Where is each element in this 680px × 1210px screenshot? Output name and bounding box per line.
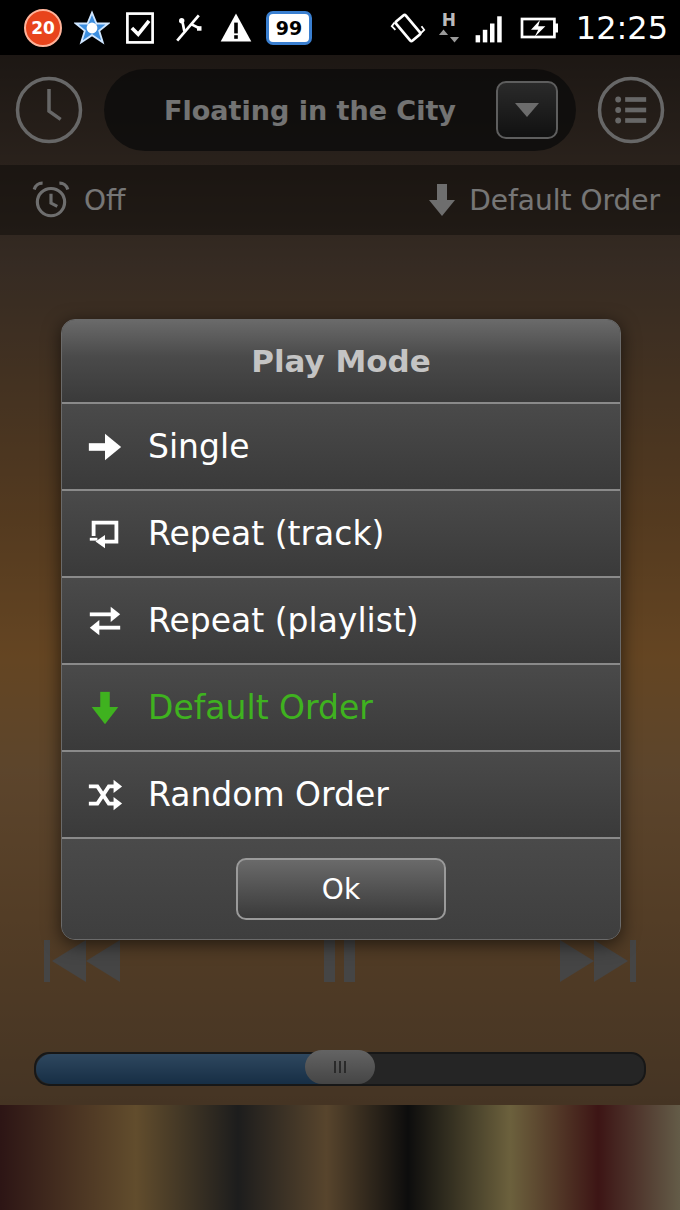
option-label: Repeat (playlist) (148, 601, 419, 640)
repeat-track-icon (86, 515, 124, 553)
message-badge: 99 (266, 11, 312, 45)
shuffle-icon (86, 776, 124, 814)
play-mode-option[interactable]: Default Order (62, 665, 620, 752)
option-label: Random Order (148, 775, 389, 814)
play-mode-option[interactable]: Single (62, 404, 620, 491)
notification-count: 20 (24, 9, 62, 47)
task-check-icon (122, 10, 158, 46)
dialog-title: Play Mode (62, 320, 620, 404)
battery-charging-icon (520, 10, 560, 46)
dialog-footer: Ok (62, 839, 620, 939)
vibrate-icon (390, 10, 426, 46)
ok-button[interactable]: Ok (236, 858, 446, 920)
play-mode-dialog: Play Mode Single Repeat (track) Repeat (… (61, 319, 621, 940)
status-bar: 20 99 H 12:25 (0, 0, 680, 55)
warning-icon (218, 10, 254, 46)
data-arrows-icon (438, 29, 460, 43)
repeat-playlist-icon (86, 602, 124, 640)
play-mode-option[interactable]: Random Order (62, 752, 620, 839)
signal-icon (472, 10, 508, 46)
option-label: Default Order (148, 688, 373, 727)
star-icon (74, 10, 110, 46)
play-mode-option[interactable]: Repeat (track) (62, 491, 620, 578)
option-label: Single (148, 427, 249, 466)
network-indicator: H (438, 12, 460, 43)
play-mode-option[interactable]: Repeat (playlist) (62, 578, 620, 665)
clock-time: 12:25 (572, 9, 668, 47)
usb-icon (170, 10, 206, 46)
down-arrow-icon (86, 689, 124, 727)
option-label: Repeat (track) (148, 514, 384, 553)
right-arrow-icon (86, 428, 124, 466)
screen: 20 99 H 12:25 Floating in the City Off D… (0, 0, 680, 1210)
